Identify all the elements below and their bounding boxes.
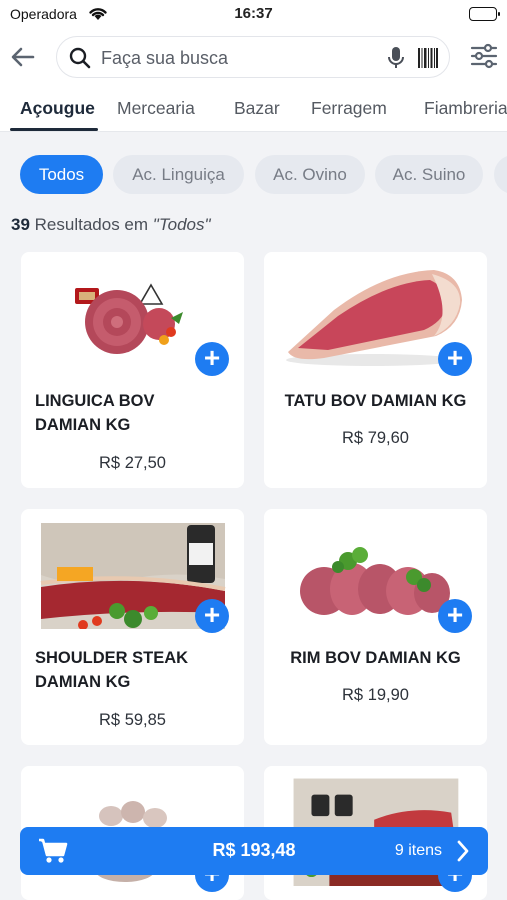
search-icon bbox=[68, 46, 92, 75]
cart-summary-bar[interactable]: R$ 193,48 9 itens bbox=[20, 827, 488, 875]
back-arrow-icon[interactable] bbox=[8, 42, 38, 72]
barcode-icon[interactable] bbox=[417, 48, 439, 73]
chip-ac-suino[interactable]: Ac. Suino bbox=[375, 155, 483, 194]
product-price: R$ 19,90 bbox=[342, 686, 409, 704]
results-text: Resultados em bbox=[34, 215, 149, 234]
tab-acougue[interactable]: Açougue bbox=[20, 98, 95, 119]
search-bar bbox=[56, 36, 450, 78]
chip-ac-linguica[interactable]: Ac. Linguiça bbox=[113, 155, 244, 194]
results-count: 39 Resultados em "Todos" bbox=[11, 215, 211, 235]
add-to-cart-button[interactable]: + bbox=[195, 342, 229, 376]
product-name: LINGUICA BOV DAMIAN KG bbox=[35, 392, 155, 434]
top-bar bbox=[0, 28, 507, 86]
cart-item-count: 9 itens bbox=[394, 842, 442, 859]
status-bar: Operadora 16:37 bbox=[0, 0, 507, 28]
category-tabs: Açougue Mercearia Bazar Ferragem Fiambre… bbox=[0, 86, 507, 132]
clock: 16:37 bbox=[234, 5, 273, 22]
chip-ac-ovino[interactable]: Ac. Ovino bbox=[255, 155, 365, 194]
product-name: TATU BOV DAMIAN KG bbox=[284, 392, 467, 410]
product-card[interactable]: + LINGUICA BOV DAMIAN KG R$ 27,50 bbox=[21, 252, 244, 488]
active-tab-indicator bbox=[10, 128, 98, 131]
tab-ferragem[interactable]: Ferragem bbox=[311, 98, 387, 119]
battery-icon bbox=[469, 7, 500, 21]
add-to-cart-button[interactable]: + bbox=[438, 599, 472, 633]
tab-mercearia[interactable]: Mercearia bbox=[117, 98, 195, 119]
chip-more[interactable] bbox=[494, 155, 507, 194]
product-name: RIM BOV DAMIAN KG bbox=[290, 649, 461, 667]
chip-todos[interactable]: Todos bbox=[20, 155, 103, 194]
add-to-cart-button[interactable]: + bbox=[195, 599, 229, 633]
subcategory-chips: Todos Ac. Linguiça Ac. Ovino Ac. Suino bbox=[0, 155, 507, 195]
product-name: SHOULDER STEAK DAMIAN KG bbox=[35, 649, 189, 691]
chevron-right-icon bbox=[456, 839, 470, 868]
product-card[interactable]: + TATU BOV DAMIAN KG R$ 79,60 bbox=[264, 252, 487, 488]
microphone-icon[interactable] bbox=[387, 46, 405, 75]
filter-settings-icon[interactable] bbox=[470, 42, 498, 75]
add-to-cart-button[interactable]: + bbox=[438, 342, 472, 376]
product-price: R$ 79,60 bbox=[342, 429, 409, 447]
product-card[interactable]: + SHOULDER STEAK DAMIAN KG R$ 59,85 bbox=[21, 509, 244, 745]
tab-bazar[interactable]: Bazar bbox=[234, 98, 280, 119]
product-price: R$ 27,50 bbox=[99, 454, 166, 472]
results-category: "Todos" bbox=[152, 215, 211, 234]
search-input[interactable] bbox=[101, 45, 381, 71]
product-card[interactable]: + RIM BOV DAMIAN KG R$ 19,90 bbox=[264, 509, 487, 745]
results-number: 39 bbox=[11, 215, 30, 234]
product-price: R$ 59,85 bbox=[99, 711, 166, 729]
tab-fiambreria[interactable]: Fiambreria bbox=[424, 98, 507, 119]
